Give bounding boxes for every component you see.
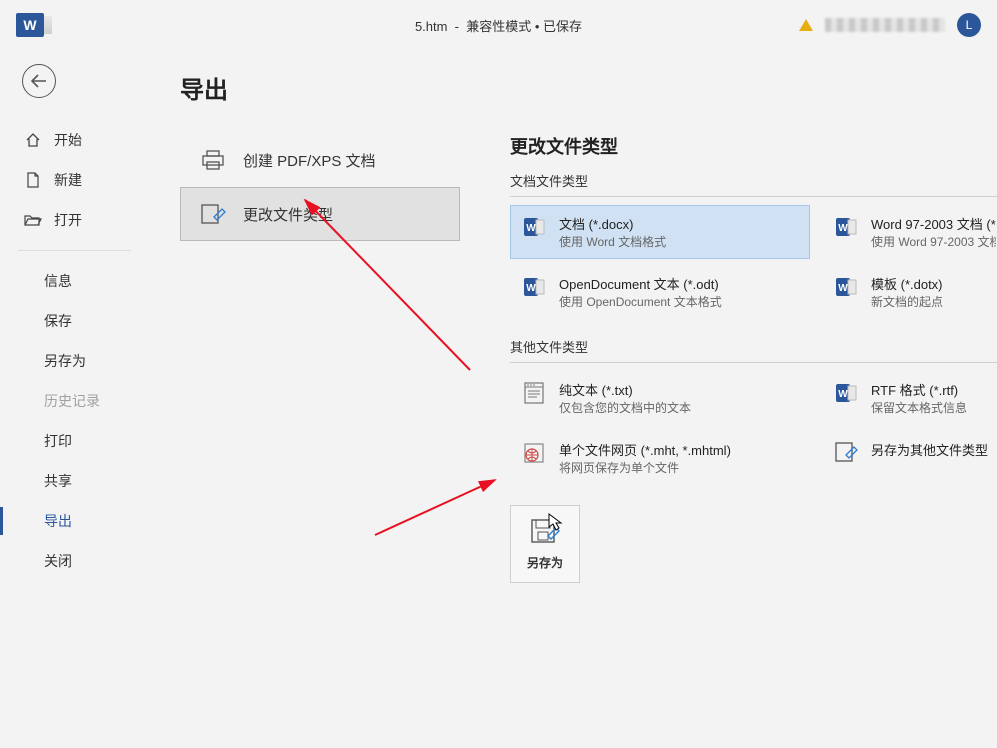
filetype-mht[interactable]: 单个文件网页 (*.mht, *.mhtml)将网页保存为单个文件 [510,431,810,485]
printer-icon [199,148,227,172]
section-title: 更改文件类型 [510,133,997,159]
sidebar-label: 新建 [54,170,82,190]
word-template-icon: W [833,274,859,300]
text-file-icon [521,380,547,406]
svg-text:W: W [526,283,536,294]
sidebar-item-home[interactable]: 开始 [0,120,149,160]
filetype-odt[interactable]: W OpenDocument 文本 (*.odt)使用 OpenDocument… [510,265,810,319]
group-header-other: 其他文件类型 [510,337,997,363]
sidebar-item-info[interactable]: 信息 [0,261,149,301]
sidebar-item-open[interactable]: 打开 [0,200,149,240]
back-button[interactable] [22,64,56,98]
filetype-rtf[interactable]: W RTF 格式 (*.rtf)保留文本格式信息 [822,371,997,425]
svg-text:W: W [838,223,848,234]
filetype-docx[interactable]: W 文档 (*.docx)使用 Word 文档格式 [510,205,810,259]
new-file-icon [24,171,42,189]
sidebar-item-saveas[interactable]: 另存为 [0,341,149,381]
export-option-changetype[interactable]: 更改文件类型 [180,187,460,241]
home-icon [24,131,42,149]
svg-text:W: W [838,389,848,400]
sidebar-label: 保存 [44,311,72,331]
word-doc-icon: W [521,214,547,240]
sidebar-item-share[interactable]: 共享 [0,461,149,501]
sidebar-label: 历史记录 [44,391,100,411]
sidebar-item-save[interactable]: 保存 [0,301,149,341]
sidebar-label: 导出 [44,511,72,531]
sidebar-item-history: 历史记录 [0,381,149,421]
sidebar-item-new[interactable]: 新建 [0,160,149,200]
warning-icon [799,19,813,31]
sidebar-label: 开始 [54,130,82,150]
account-name-redacted [825,18,945,32]
rtf-file-icon: W [833,380,859,406]
word-doc-icon: W [833,214,859,240]
web-file-icon [521,440,547,466]
sidebar-label: 打印 [44,431,72,451]
export-option-pdfxps[interactable]: 创建 PDF/XPS 文档 [180,133,460,187]
sidebar-label: 共享 [44,471,72,491]
sidebar-label: 另存为 [44,351,86,371]
filetype-txt[interactable]: 纯文本 (*.txt)仅包含您的文档中的文本 [510,371,810,425]
sidebar-label: 关闭 [44,551,72,571]
folder-open-icon [24,211,42,229]
sidebar-item-export[interactable]: 导出 [0,501,149,541]
page-title: 导出 [180,70,997,105]
sidebar-label: 打开 [54,210,82,230]
word-doc-icon: W [521,274,547,300]
backstage-sidebar: 开始 新建 打开 信息 保存 另存为 历史记录 打印 共享 导出 关闭 [0,50,150,748]
saveas-label: 另存为 [527,554,563,571]
sidebar-item-print[interactable]: 打印 [0,421,149,461]
filetype-dotx[interactable]: W 模板 (*.dotx)新文档的起点 [822,265,997,319]
svg-text:W: W [526,223,536,234]
word-app-icon: W [16,13,44,37]
saveas-button[interactable]: 另存为 [510,505,580,583]
group-header-document: 文档文件类型 [510,171,997,197]
change-file-type-pane: 更改文件类型 文档文件类型 W 文档 (*.docx)使用 Word 文档格式 … [510,133,997,583]
filetype-doc97[interactable]: W Word 97-2003 文档 (*.doc)使用 Word 97-2003… [822,205,997,259]
change-type-icon [199,202,227,226]
user-avatar[interactable]: L [957,13,981,37]
sidebar-item-close[interactable]: 关闭 [0,541,149,581]
titlebar: W 5.htm - 兼容性模式 • 已保存 L [0,0,997,50]
sidebar-label: 信息 [44,271,72,291]
save-disk-icon [530,518,560,546]
svg-text:W: W [838,283,848,294]
export-option-label: 创建 PDF/XPS 文档 [243,150,376,171]
export-option-list: 创建 PDF/XPS 文档 更改文件类型 [180,133,460,241]
filetype-other[interactable]: 另存为其他文件类型 [822,431,997,485]
export-option-label: 更改文件类型 [243,204,333,225]
main-pane: 导出 创建 PDF/XPS 文档 更改文件类型 更改文件类型 文档文件类型 W … [150,50,997,748]
save-as-other-icon [833,440,859,466]
